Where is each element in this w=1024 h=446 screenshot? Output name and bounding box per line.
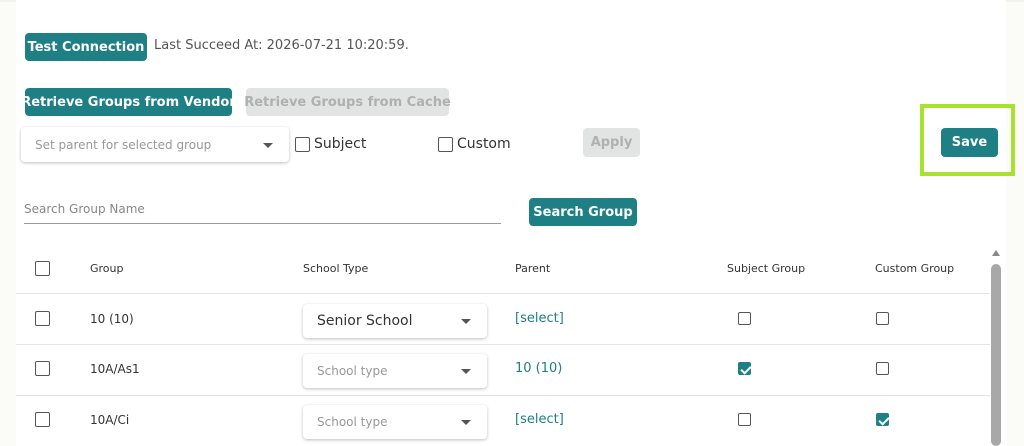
subject-group-checkbox[interactable] [738, 312, 751, 325]
search-group-button[interactable]: Search Group [529, 198, 637, 226]
custom-group-checkbox[interactable] [876, 413, 889, 426]
chevron-down-icon [461, 420, 471, 425]
custom-group-checkbox[interactable] [876, 362, 889, 375]
custom-group-checkbox[interactable] [876, 312, 889, 325]
last-succeed-text: Last Succeed At: 2026-07-21 10:20:59. [154, 38, 409, 53]
header-subject-group: Subject Group [727, 262, 806, 275]
table-scrollbar[interactable] [990, 248, 1002, 446]
row-divider [16, 344, 990, 345]
retrieve-vendor-button[interactable]: Retrieve Groups from Vendor [21, 88, 236, 116]
row-select-checkbox[interactable] [35, 412, 50, 427]
parent-link[interactable]: [select] [515, 412, 564, 427]
group-name: 10 (10) [90, 312, 134, 326]
school-type-select[interactable]: School type [303, 354, 487, 388]
parent-link[interactable]: [select] [515, 311, 564, 326]
school-type-value: Senior School [317, 313, 413, 329]
subject-label: Subject [314, 136, 367, 152]
scroll-up-icon[interactable] [992, 250, 1000, 256]
subject-group-checkbox[interactable] [738, 413, 751, 426]
search-input[interactable]: Search Group Name [24, 202, 145, 216]
chevron-down-icon [461, 319, 471, 324]
header-custom-group: Custom Group [875, 262, 955, 275]
chevron-down-icon [263, 142, 273, 148]
school-type-select[interactable]: School type [303, 405, 487, 439]
subject-checkbox[interactable] [295, 137, 310, 152]
group-name: 10A/Ci [90, 413, 130, 427]
custom-checkbox[interactable] [438, 137, 453, 152]
parent-link[interactable]: 10 (10) [515, 361, 562, 376]
school-type-placeholder: School type [317, 415, 388, 429]
group-name: 10A/As1 [90, 362, 140, 376]
school-type-placeholder: School type [317, 364, 388, 378]
parent-select-placeholder: Set parent for selected group [35, 137, 212, 152]
select-all-checkbox[interactable] [35, 261, 50, 276]
custom-label: Custom [457, 136, 511, 152]
header-school-type: School Type [303, 262, 369, 275]
search-input-underline [24, 223, 501, 224]
header-group: Group [90, 262, 124, 275]
retrieve-cache-button[interactable]: Retrieve Groups from Cache [244, 88, 451, 116]
parent-select[interactable]: Set parent for selected group [21, 127, 289, 162]
row-select-checkbox[interactable] [35, 361, 50, 376]
subject-group-checkbox[interactable] [738, 362, 751, 375]
school-type-select[interactable]: Senior School [303, 304, 487, 338]
save-highlight-box [920, 104, 1015, 176]
row-select-checkbox[interactable] [35, 311, 50, 326]
row-divider [16, 395, 990, 396]
apply-button[interactable]: Apply [583, 128, 640, 157]
header-parent: Parent [515, 262, 551, 275]
scrollbar-thumb[interactable] [991, 264, 1001, 446]
test-connection-button[interactable]: Test Connection [25, 33, 147, 61]
header-divider [16, 293, 990, 294]
chevron-down-icon [461, 369, 471, 374]
